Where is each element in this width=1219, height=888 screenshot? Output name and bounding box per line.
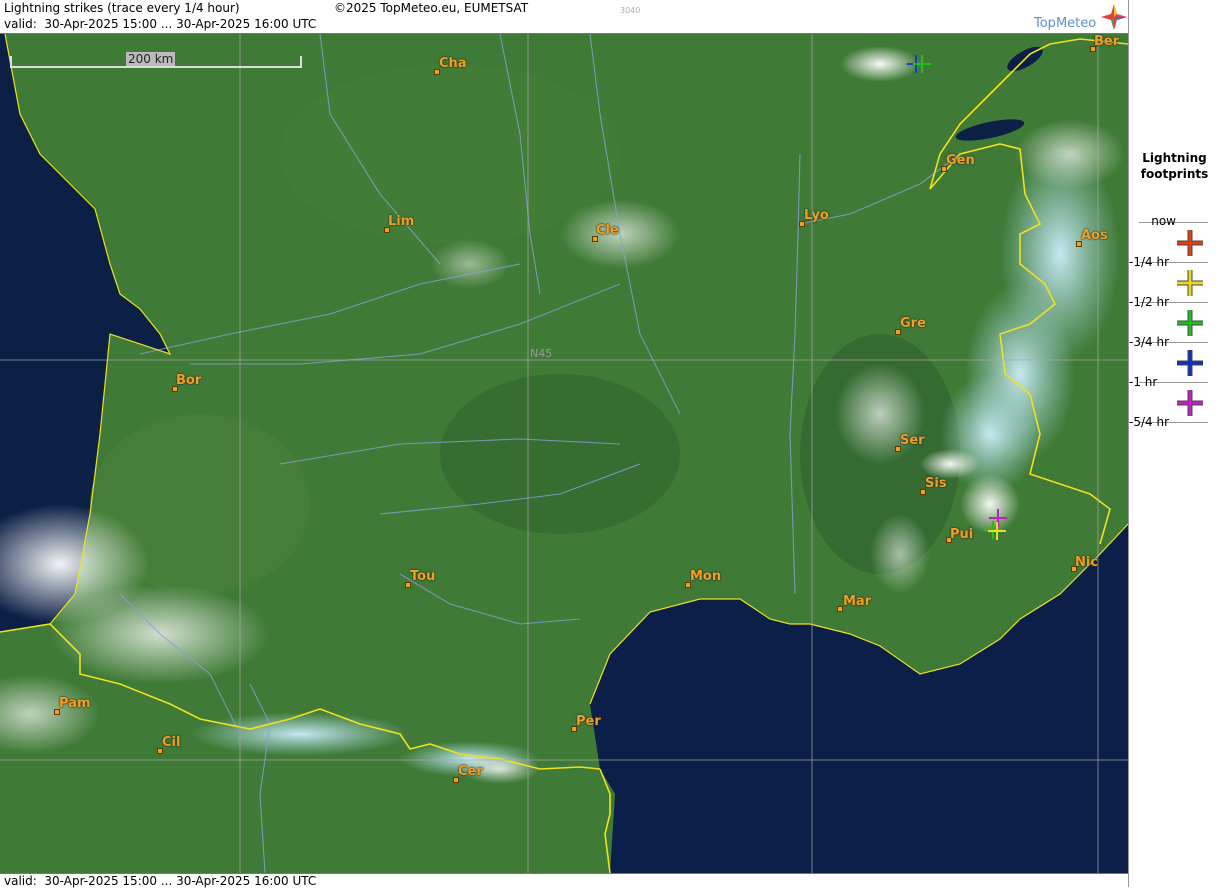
map-code: 3040 (620, 6, 641, 15)
legend-label: -1/2 hr (1129, 295, 1169, 309)
city-label[interactable]: Pui (950, 527, 973, 542)
city-label[interactable]: Ber (1094, 34, 1119, 49)
city-label[interactable]: Bor (176, 373, 201, 388)
lightning-cross-icon (1177, 350, 1203, 376)
legend-title-line1: Lightning (1142, 151, 1207, 165)
city-label[interactable]: Per (576, 714, 601, 729)
map-header: Lightning strikes (trace every 1/4 hour)… (0, 0, 1128, 34)
city-label[interactable]: Aos (1081, 228, 1108, 243)
scale-label: 200 km (126, 52, 176, 66)
valid-time: valid: 30-Apr-2025 15:00 ... 30-Apr-2025… (4, 17, 317, 31)
city-label[interactable]: Tou (410, 569, 435, 584)
city-label[interactable]: Cer (458, 764, 483, 779)
city-label[interactable]: Mon (690, 569, 721, 584)
city-label[interactable]: Lim (388, 214, 414, 229)
copyright-text: ©2025 TopMeteo.eu, EUMETSAT (334, 1, 529, 15)
legend-panel: Lightning footprints now -1/4 hr -1/2 hr -3… (1128, 0, 1219, 887)
satellite-map[interactable]: 200 km N45 Cha Ber Gen Lim Cle Lyo Aos G… (0, 34, 1128, 873)
lightning-cross-icon (1177, 310, 1203, 336)
lightning-cross-icon (1177, 390, 1203, 416)
city-label[interactable]: Mar (843, 594, 871, 609)
legend-label: -1/4 hr (1129, 255, 1169, 269)
city-label[interactable]: Gen (946, 153, 975, 168)
city-label[interactable]: Cil (162, 735, 180, 750)
city-label[interactable]: Lyo (804, 208, 829, 223)
city-label[interactable]: Cha (439, 56, 467, 71)
legend-label: -1 hr (1129, 375, 1158, 389)
legend-label: -3/4 hr (1129, 335, 1169, 349)
city-label[interactable]: Cle (596, 223, 619, 238)
city-label[interactable]: Ser (900, 433, 925, 448)
logo-text: TopMeteo (1034, 16, 1097, 31)
footer-valid-time: valid: 30-Apr-2025 15:00 ... 30-Apr-2025… (4, 874, 317, 888)
city-label[interactable]: Pam (59, 696, 91, 711)
map-footer: valid: 30-Apr-2025 15:00 ... 30-Apr-2025… (0, 873, 1128, 888)
city-label[interactable]: Gre (900, 316, 926, 331)
legend-label: -5/4 hr (1129, 415, 1169, 429)
lightning-cross-icon (1177, 270, 1203, 296)
city-label[interactable]: Sis (925, 476, 947, 491)
lightning-cross-icon (1177, 230, 1203, 256)
legend-label: now (1151, 214, 1176, 228)
legend-title-line2: footprints (1140, 167, 1209, 181)
map-title: Lightning strikes (trace every 1/4 hour) (4, 1, 240, 15)
city-label[interactable]: Nic (1075, 555, 1098, 570)
latitude-label: N45 (530, 347, 553, 360)
legend-title: Lightning footprints (1129, 150, 1219, 182)
